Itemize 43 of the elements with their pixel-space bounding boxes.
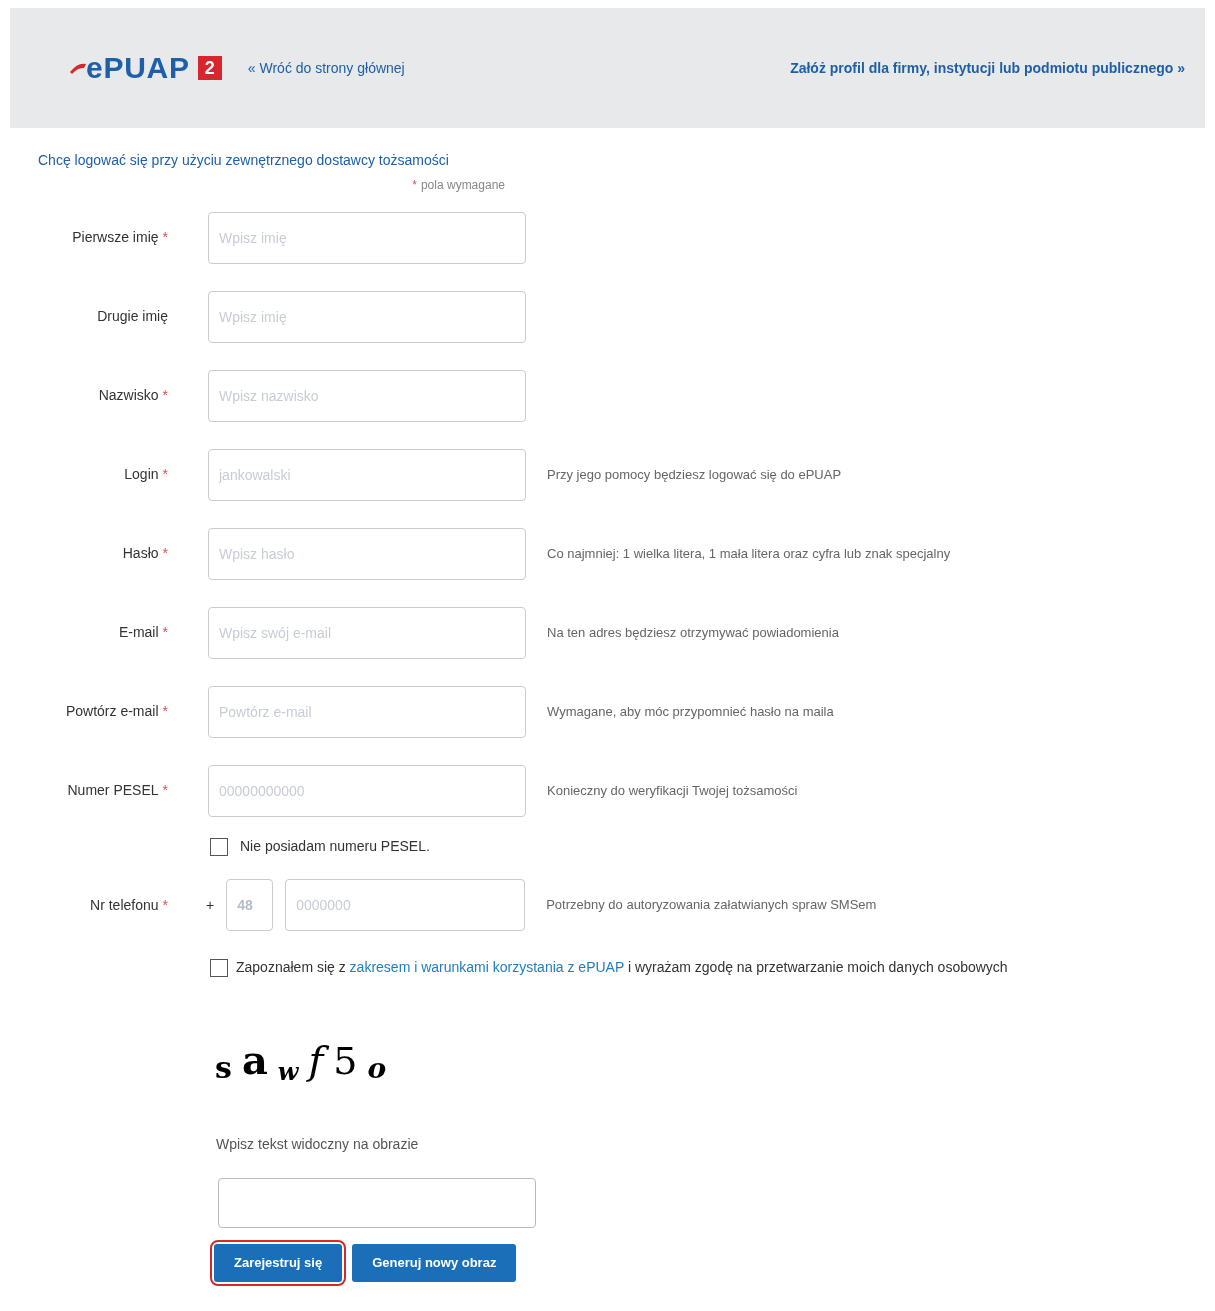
- required-mark: *: [162, 623, 168, 642]
- field-label: Nr telefonu: [90, 895, 159, 915]
- logo[interactable]: ePUAP 2: [70, 53, 222, 83]
- required-mark: *: [412, 177, 417, 194]
- required-note: pola wymagane: [420, 177, 505, 194]
- checkbox[interactable]: [210, 958, 228, 977]
- field-hint: Konieczny do weryfikacji Twojej tożsamości: [547, 781, 798, 800]
- required-mark: *: [162, 465, 168, 484]
- required-mark: *: [162, 228, 168, 247]
- checkbox[interactable]: [210, 837, 228, 856]
- field-hint: Co najmniej: 1 wielka litera, 1 mała litera oraz cyfra lub znak specjalny: [547, 544, 951, 563]
- new-image-button[interactable]: Generuj nowy obraz: [352, 1244, 517, 1282]
- required-mark: *: [162, 781, 168, 800]
- country-code-field[interactable]: 48: [226, 879, 274, 931]
- field-label: E-mail: [118, 623, 159, 642]
- checkbox-label: Nie posiadam numeru PESEL.: [240, 837, 430, 856]
- captcha-label: Wpisz tekst widoczny na obrazie: [216, 1136, 419, 1152]
- field-label: Numer PESEL: [67, 781, 159, 800]
- external-login-link[interactable]: Chcę logować się przy użyciu zewnętrznego dostawcy tożsamości: [38, 152, 449, 168]
- logo-badge: 2: [197, 56, 222, 80]
- back-link[interactable]: « Wróć do strony głównej: [247, 57, 405, 79]
- register-button[interactable]: Zarejestruj się: [214, 1244, 343, 1282]
- required-mark: *: [162, 386, 168, 405]
- field-label: Powtórz e-mail: [65, 702, 159, 721]
- field-label: Login: [124, 465, 159, 484]
- captcha-field[interactable]: [218, 1178, 536, 1228]
- field-label: Nazwisko: [98, 386, 159, 405]
- field-label: Drugie imię: [97, 307, 168, 326]
- field-hint: Wymagane, aby móc przypomnieć hasło na maila: [547, 702, 834, 721]
- required-mark: *: [162, 544, 168, 563]
- terms-link[interactable]: zakresem i warunkami korzystania z ePUAP: [349, 959, 624, 975]
- required-mark: *: [162, 702, 168, 721]
- field-hint: Potrzebny do autoryzowania załatwianych spraw SMSem: [546, 896, 877, 915]
- field-hint: Na ten adres będziesz otrzymywać powiadomienia: [547, 623, 839, 642]
- required-mark: *: [162, 895, 168, 915]
- logo-text: ePUAP: [86, 53, 190, 83]
- plus-sign: +: [206, 895, 215, 915]
- field-hint: Przy jego pomocy będziesz logować się do ePUAP: [547, 465, 842, 484]
- consent-text: Zapoznałem się z zakresem i warunkami korzystania z ePUAP i wyrażam zgodę na przetwarzanie moich danych osobowych: [236, 958, 1008, 977]
- swoosh-icon: [70, 62, 86, 74]
- field-label: Pierwsze imię: [72, 228, 159, 247]
- profile-link[interactable]: Załóż profil dla firmy, instytucji lub podmiotu publicznego »: [790, 57, 1185, 79]
- field-label: Hasło: [122, 544, 159, 563]
